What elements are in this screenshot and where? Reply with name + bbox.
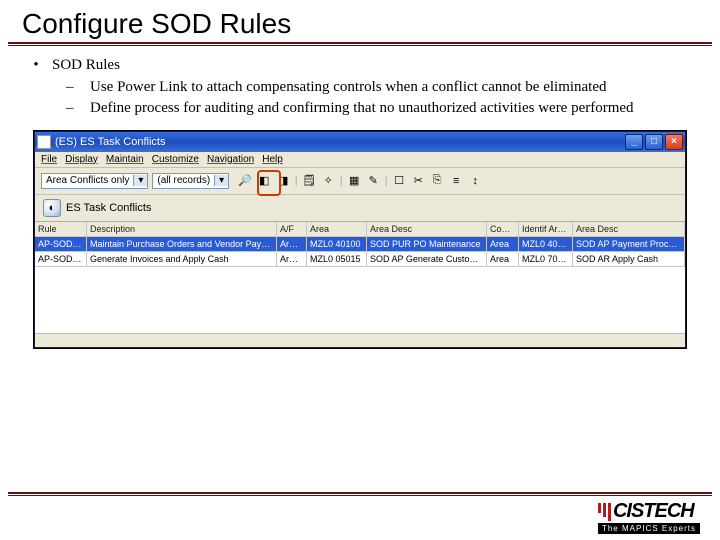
bullet-dot: •: [30, 56, 42, 76]
cut-icon[interactable]: ≡: [448, 173, 464, 189]
footer-underline: [8, 492, 712, 496]
menu-navigation[interactable]: Navigation: [207, 154, 254, 165]
cell-areadesc: SOD AP Generate Customer Invoices: [367, 252, 487, 266]
new-icon[interactable]: ✧: [320, 173, 336, 189]
col-identif-area[interactable]: Identif Area…: [519, 222, 573, 236]
col-conf-area-desc[interactable]: Area Desc: [573, 222, 685, 236]
window-title-text: (ES) ES Task Conflicts: [55, 136, 165, 148]
cell-idarea: MZL0 40005: [519, 237, 573, 251]
cell-confdesc: SOD AR Apply Cash: [573, 252, 685, 266]
menu-file[interactable]: File: [41, 154, 57, 165]
menu-bar: File Display Maintain Customize Navigati…: [35, 152, 685, 168]
binoculars-icon[interactable]: 🔎: [237, 173, 253, 189]
bullet-sub-1: Use Power Link to attach compensating co…: [90, 78, 607, 98]
chevron-down-icon[interactable]: ▾: [133, 175, 147, 186]
sort-icon[interactable]: ↕: [467, 173, 483, 189]
app-icon: ◧: [37, 135, 51, 149]
note-icon[interactable]: 🗒: [301, 173, 317, 189]
cell-conf: Area: [487, 252, 519, 266]
cell-af: Area…: [277, 252, 307, 266]
filter-a-icon[interactable]: ◧: [256, 173, 272, 189]
filter-view-combo[interactable]: Area Conflicts only ▾: [41, 173, 148, 189]
grid-empty-area: [35, 267, 685, 333]
maximize-button[interactable]: □: [645, 134, 663, 150]
table-row[interactable]: AP-SOD-01 Generate Invoices and Apply Ca…: [35, 252, 685, 267]
col-area[interactable]: Area: [307, 222, 367, 236]
col-af[interactable]: A/F: [277, 222, 307, 236]
title-underline: [8, 42, 712, 46]
close-button[interactable]: ×: [665, 134, 683, 150]
minimize-button[interactable]: _: [625, 134, 643, 150]
app-window: ◧ (ES) ES Task Conflicts _ □ × File Disp…: [34, 131, 686, 348]
toolbar: 🔎 ◧ ◨ | 🗒 ✧ | ▦ ✎ | ☐ ✂ ⎘ ≡ ↕: [233, 171, 487, 191]
menu-display[interactable]: Display: [65, 154, 98, 165]
cell-af: Area…: [277, 237, 307, 251]
separator: |: [339, 173, 343, 189]
cell-areadesc: SOD PUR PO Maintenance: [367, 237, 487, 251]
card-icon: ◐: [43, 199, 61, 217]
cell-rule: AP-SOD-01: [35, 252, 87, 266]
grid-header-row: Rule Description A/F Area Area Desc Conf…: [35, 222, 685, 237]
separator: |: [384, 173, 388, 189]
cell-conf: Area: [487, 237, 519, 251]
paste-icon[interactable]: ⎘: [429, 173, 445, 189]
brush-icon[interactable]: ✎: [365, 173, 381, 189]
bullet-dash: –: [66, 78, 80, 98]
logo-tagline: The MAPICS Experts: [598, 523, 700, 534]
card-header-bar: ◐ ES Task Conflicts: [35, 195, 685, 222]
col-conf[interactable]: Conf…: [487, 222, 519, 236]
doc-icon[interactable]: ☐: [391, 173, 407, 189]
bullet-dash: –: [66, 99, 80, 119]
bullet-main-text: SOD Rules: [52, 56, 120, 76]
separator: |: [294, 173, 298, 189]
bullet-sub-2: Define process for auditing and confirmi…: [90, 99, 634, 119]
cell-desc: Maintain Purchase Orders and Vendor Paym…: [87, 237, 277, 251]
cell-confdesc: SOD AP Payment Processing: [573, 237, 685, 251]
menu-customize[interactable]: Customize: [152, 154, 199, 165]
card-title: ES Task Conflicts: [66, 202, 151, 214]
col-description[interactable]: Description: [87, 222, 277, 236]
pen-icon[interactable]: ✂: [410, 173, 426, 189]
cell-area: MZL0 05015: [307, 252, 367, 266]
table-row[interactable]: AP-SOD-01 Maintain Purchase Orders and V…: [35, 237, 685, 252]
filter-records-combo[interactable]: (all records) ▾: [152, 173, 229, 189]
chevron-down-icon[interactable]: ▾: [214, 175, 228, 186]
menu-maintain[interactable]: Maintain: [106, 154, 144, 165]
window-titlebar[interactable]: ◧ (ES) ES Task Conflicts _ □ ×: [35, 132, 685, 152]
cell-area: MZL0 40100: [307, 237, 367, 251]
cell-rule: AP-SOD-01: [35, 237, 87, 251]
status-bar: [35, 333, 685, 347]
filter-view-value: Area Conflicts only: [42, 175, 133, 186]
col-rule[interactable]: Rule: [35, 222, 87, 236]
logo-company-name: CISTECH: [613, 500, 694, 523]
filter-bar: Area Conflicts only ▾ (all records) ▾ 🔎 …: [35, 168, 685, 195]
slide-title: Configure SOD Rules: [0, 0, 720, 42]
cell-idarea: MZL0 70145: [519, 252, 573, 266]
bullet-list: • SOD Rules – Use Power Link to attach c…: [0, 56, 720, 119]
logo-bars-icon: [598, 503, 611, 521]
cell-desc: Generate Invoices and Apply Cash: [87, 252, 277, 266]
filter-records-value: (all records): [153, 175, 214, 186]
col-area-desc[interactable]: Area Desc: [367, 222, 487, 236]
filter-b-icon[interactable]: ◨: [275, 173, 291, 189]
company-logo: CISTECH The MAPICS Experts: [598, 500, 700, 534]
grid-icon[interactable]: ▦: [346, 173, 362, 189]
menu-help[interactable]: Help: [262, 154, 283, 165]
data-grid[interactable]: Rule Description A/F Area Area Desc Conf…: [35, 222, 685, 333]
